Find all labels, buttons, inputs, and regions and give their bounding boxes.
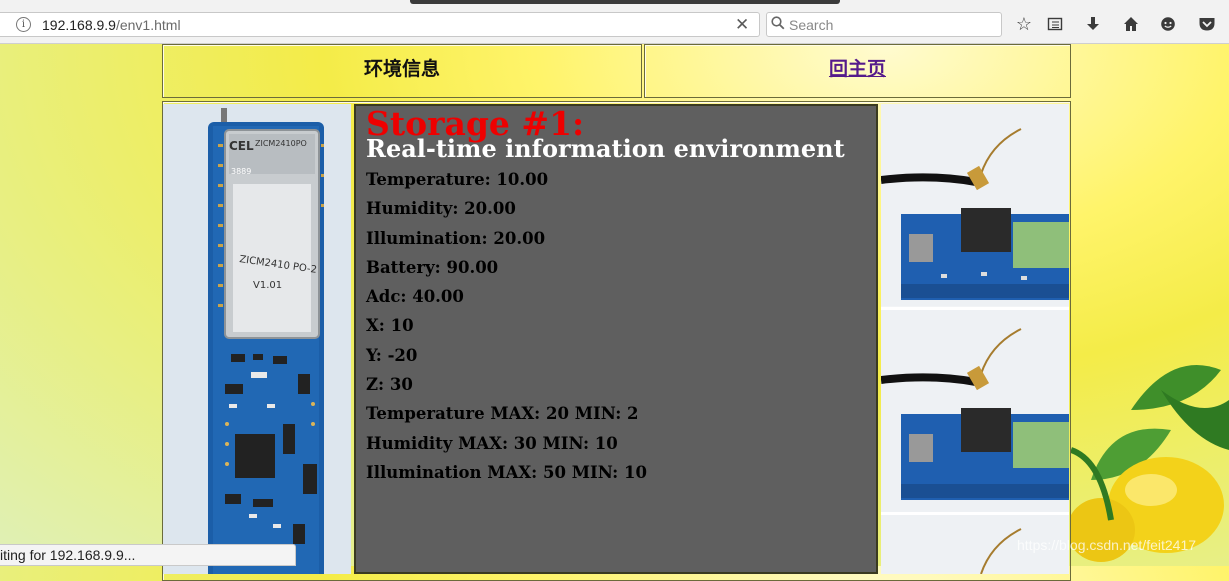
model-label: ZICM2410PO — [255, 139, 307, 148]
humidity-range: Humidity MAX: 30 MIN: 10 — [366, 433, 618, 453]
temperature-range: Temperature MAX: 20 MIN: 2 — [366, 404, 639, 424]
url-host: 192.168.9.9 — [42, 17, 116, 33]
realtime-subheading: Real-time information environment — [366, 134, 845, 163]
home-icon[interactable] — [1119, 12, 1143, 36]
adc-reading: Adc: 40.00 — [366, 287, 464, 307]
search-input[interactable] — [789, 15, 994, 34]
info-panel: Storage #1: Real-time information enviro… — [354, 104, 878, 574]
url-path: /env1.html — [115, 17, 181, 33]
watermark-text: https://blog.csdn.net/feit2417 — [1017, 537, 1197, 553]
search-box[interactable] — [766, 12, 1002, 37]
board-images — [881, 104, 1069, 574]
board-photo-2 — [881, 310, 1069, 512]
url-bar[interactable]: i 192.168.9.9/env1.html ✕ — [0, 12, 760, 37]
logo-label: CEL — [229, 139, 254, 153]
pocket-icon[interactable] — [1195, 12, 1219, 36]
y-reading: Y: -20 — [366, 345, 418, 365]
status-bar: iting for 192.168.9.9... — [0, 544, 296, 566]
home-cell: 回主页 — [644, 44, 1071, 98]
z-reading: Z: 30 — [366, 375, 413, 395]
close-icon[interactable]: ✕ — [735, 15, 749, 35]
lemon-decoration — [1071, 365, 1229, 562]
download-icon[interactable] — [1081, 12, 1105, 36]
page-title: 环境信息 — [363, 58, 440, 80]
version-label: V1.01 — [253, 280, 282, 291]
code-label: 3889 — [231, 167, 251, 176]
board-photo-1 — [881, 104, 1069, 306]
temperature-reading: Temperature: 10.00 — [366, 170, 549, 189]
illumination-range: Illumination MAX: 50 MIN: 10 — [366, 462, 647, 482]
battery-reading: Battery: 90.00 — [366, 257, 499, 277]
chat-icon[interactable] — [1156, 12, 1180, 36]
home-link[interactable]: 回主页 — [645, 54, 1070, 81]
browser-toolbar: i 192.168.9.9/env1.html ✕ ☆ — [0, 0, 1229, 44]
x-reading: X: 10 — [366, 316, 414, 336]
active-tab-edge[interactable] — [410, 0, 840, 4]
reader-list-icon[interactable] — [1043, 12, 1067, 36]
search-icon — [771, 16, 785, 30]
info-icon[interactable]: i — [16, 17, 31, 32]
readings-list: Temperature: 10.00 Humidity: 20.00 Illum… — [366, 168, 647, 490]
zigbee-module-image: CEL ZICM2410PO 3889 ZICM2410 PO-2 V1.01 — [163, 104, 351, 574]
humidity-reading: Humidity: 20.00 — [366, 199, 516, 219]
title-cell: 环境信息 — [162, 44, 642, 98]
url-text[interactable]: 192.168.9.9/env1.html — [42, 17, 181, 33]
illumination-reading: Illumination: 20.00 — [366, 228, 546, 248]
bookmark-star-icon[interactable]: ☆ — [1012, 12, 1036, 36]
